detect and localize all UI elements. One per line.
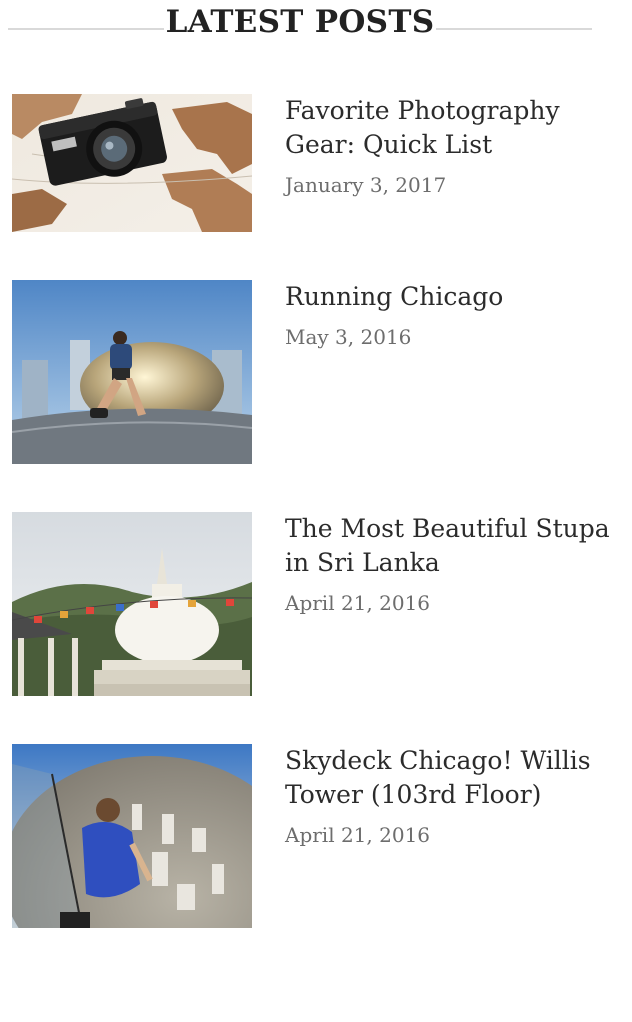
post-text: Skydeck Chicago! Willis Tower (103rd Flo… <box>285 744 610 848</box>
post-item: Running Chicago May 3, 2016 <box>12 280 612 464</box>
post-date: January 3, 2017 <box>285 173 447 197</box>
post-title-link[interactable]: Favorite Photography Gear: Quick List <box>285 94 610 162</box>
post-date: April 21, 2016 <box>285 823 431 847</box>
post-title-link[interactable]: The Most Beautiful Stupa in Sri Lanka <box>285 512 610 580</box>
stupa-thumbnail-image <box>12 512 252 696</box>
skydeck-thumbnail-image <box>12 744 252 928</box>
post-item: Skydeck Chicago! Willis Tower (103rd Flo… <box>12 744 612 928</box>
post-date: May 3, 2016 <box>285 325 412 349</box>
post-thumbnail-link[interactable] <box>12 744 252 928</box>
post-text: The Most Beautiful Stupa in Sri Lanka Ap… <box>285 512 610 616</box>
header-divider-right <box>436 28 592 30</box>
post-text: Favorite Photography Gear: Quick List Ja… <box>285 94 610 198</box>
post-thumbnail-link[interactable] <box>12 94 252 232</box>
section-title: LATEST POSTS <box>165 4 435 40</box>
header-divider-left <box>8 28 164 30</box>
post-title-link[interactable]: Skydeck Chicago! Willis Tower (103rd Flo… <box>285 744 610 812</box>
latest-posts-header: LATEST POSTS <box>0 0 632 56</box>
post-thumbnail-link[interactable] <box>12 280 252 464</box>
post-item: Favorite Photography Gear: Quick List Ja… <box>12 94 612 234</box>
post-item: The Most Beautiful Stupa in Sri Lanka Ap… <box>12 512 612 696</box>
post-title-link[interactable]: Running Chicago <box>285 280 610 314</box>
runner-thumbnail-image <box>12 280 252 464</box>
post-date: April 21, 2016 <box>285 591 431 615</box>
post-text: Running Chicago May 3, 2016 <box>285 280 610 350</box>
camera-thumbnail-image <box>12 94 252 232</box>
post-thumbnail-link[interactable] <box>12 512 252 696</box>
